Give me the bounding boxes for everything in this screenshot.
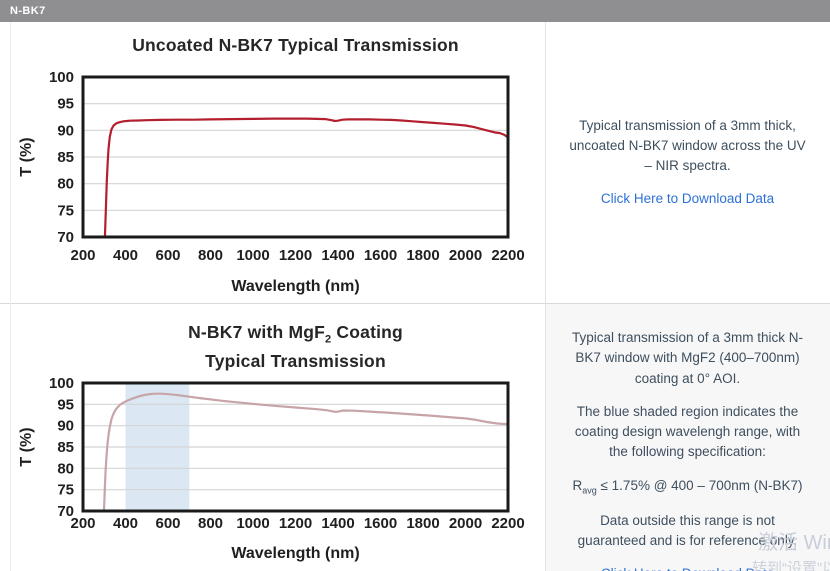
uncoated-description-text: Typical transmission of a 3mm thick, unc… (569, 117, 806, 174)
svg-text:Wavelength (nm): Wavelength (nm) (231, 278, 359, 295)
coated-chart-panel: N-BK7 with MgF2 Coating Typical Transmis… (0, 304, 545, 571)
coated-description-text-2: The blue shaded region indicates the coa… (574, 403, 801, 460)
svg-text:1400: 1400 (321, 515, 354, 532)
svg-text:100: 100 (49, 69, 74, 86)
svg-text:85: 85 (57, 439, 74, 456)
svg-text:800: 800 (198, 247, 223, 264)
svg-text:1800: 1800 (406, 247, 439, 264)
coated-description-text-1: Typical transmission of a 3mm thick N-BK… (571, 330, 804, 386)
coated-section: N-BK7 with MgF2 Coating Typical Transmis… (0, 304, 830, 571)
svg-text:T (%): T (%) (18, 137, 35, 176)
windows-activation-watermark: 激活 Windows 转到“设置”以激活 Windows。 (752, 526, 830, 571)
svg-text:90: 90 (57, 418, 74, 435)
svg-text:75: 75 (57, 482, 74, 499)
uncoated-download-data-link[interactable]: Click Here to Download Data (601, 189, 774, 209)
uncoated-section: Uncoated N-BK7 Typical Transmission 70 75… (0, 22, 830, 303)
svg-text:75: 75 (57, 202, 74, 219)
svg-text:90: 90 (57, 122, 74, 139)
left-edge-border (10, 22, 11, 571)
svg-text:Wavelength (nm): Wavelength (nm) (231, 545, 359, 562)
uncoated-chart-svg: 70 75 80 85 90 95 100 200 400 600 800 1000 1200 1400 1… (18, 69, 525, 295)
svg-text:1200: 1200 (279, 515, 312, 532)
svg-text:T (%): T (%) (18, 427, 35, 466)
svg-text:2000: 2000 (449, 515, 482, 532)
svg-text:70: 70 (57, 229, 74, 246)
svg-text:1400: 1400 (321, 247, 354, 264)
uncoated-description-panel: Typical transmission of a 3mm thick, unc… (545, 22, 830, 303)
page: N-BK7 Uncoated N-BK7 Typical Transmissio… (0, 0, 830, 571)
coating-spec-text: Ravg ≤ 1.75% @ 400 – 700nm (N-BK7) (572, 477, 803, 496)
svg-text:1800: 1800 (406, 515, 439, 532)
svg-text:1000: 1000 (236, 247, 269, 264)
svg-text:600: 600 (155, 247, 180, 264)
svg-text:2000: 2000 (449, 247, 482, 264)
header-bar: N-BK7 (0, 0, 830, 22)
coated-download-data-link[interactable]: Click Here to Download Data (601, 564, 774, 571)
svg-text:95: 95 (57, 396, 74, 413)
svg-text:1200: 1200 (279, 247, 312, 264)
svg-text:85: 85 (57, 149, 74, 166)
svg-text:1600: 1600 (364, 247, 397, 264)
svg-text:80: 80 (57, 176, 74, 193)
svg-text:95: 95 (57, 96, 74, 113)
page-title: N-BK7 (10, 5, 46, 17)
watermark-line2: 转到“设置”以激活 Windows。 (752, 560, 830, 571)
svg-text:200: 200 (70, 247, 95, 264)
svg-text:2200: 2200 (491, 515, 524, 532)
svg-text:2200: 2200 (491, 247, 524, 264)
horizontal-divider (0, 303, 830, 304)
svg-text:200: 200 (70, 515, 95, 532)
coated-chart-svg: 707580859095100200 400 600 800 1000 1200 1400 1… (18, 375, 525, 562)
svg-text:100: 100 (49, 375, 74, 392)
svg-text:80: 80 (57, 460, 74, 477)
watermark-line1: 激活 Windows (758, 532, 830, 554)
vertical-divider (545, 22, 546, 571)
svg-text:600: 600 (155, 515, 180, 532)
svg-text:400: 400 (113, 515, 138, 532)
svg-text:800: 800 (198, 515, 223, 532)
svg-text:1600: 1600 (364, 515, 397, 532)
svg-text:1000: 1000 (236, 515, 269, 532)
svg-text:400: 400 (113, 247, 138, 264)
uncoated-chart-panel: Uncoated N-BK7 Typical Transmission 70 75… (0, 22, 545, 303)
